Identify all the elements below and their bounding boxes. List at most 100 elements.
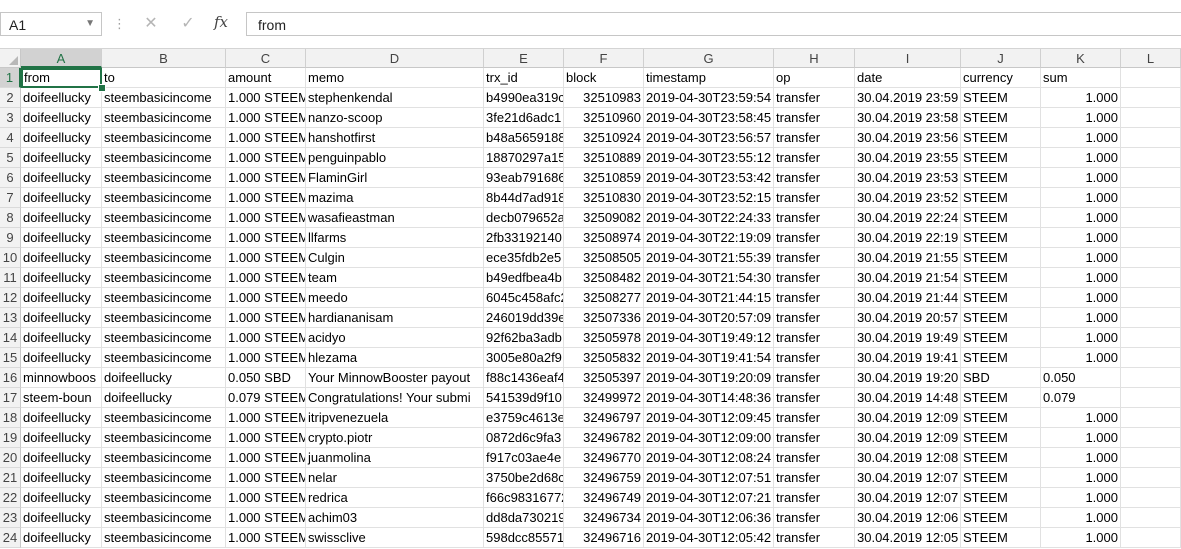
cell[interactable]: 3fe21d6adc1 bbox=[484, 108, 564, 128]
header-cell[interactable]: from bbox=[21, 68, 102, 88]
cell[interactable] bbox=[1121, 168, 1181, 188]
cell[interactable]: 32510924 bbox=[564, 128, 644, 148]
cell[interactable]: 8b44d7ad918 bbox=[484, 188, 564, 208]
cell[interactable]: 1.000 STEEM bbox=[226, 108, 306, 128]
cell[interactable]: decb079652a bbox=[484, 208, 564, 228]
cell[interactable]: 1.000 STEEM bbox=[226, 428, 306, 448]
cell[interactable] bbox=[1121, 88, 1181, 108]
cell[interactable] bbox=[1121, 308, 1181, 328]
cell[interactable]: doifeellucky bbox=[21, 488, 102, 508]
cell[interactable]: 0.050 bbox=[1041, 368, 1121, 388]
cell[interactable]: transfer bbox=[774, 248, 855, 268]
cell[interactable]: transfer bbox=[774, 208, 855, 228]
cell[interactable]: 1.000 STEEM bbox=[226, 468, 306, 488]
cell[interactable]: steembasicincome bbox=[102, 488, 226, 508]
cell[interactable]: 30.04.2019 23:53 bbox=[855, 168, 961, 188]
cell[interactable]: doifeellucky bbox=[21, 108, 102, 128]
cell[interactable]: steembasicincome bbox=[102, 328, 226, 348]
cell[interactable]: 1.000 bbox=[1041, 108, 1121, 128]
cell[interactable]: 1.000 STEEM bbox=[226, 88, 306, 108]
cell[interactable]: doifeellucky bbox=[21, 128, 102, 148]
cell[interactable]: 2019-04-30T20:57:09 bbox=[644, 308, 774, 328]
cell[interactable]: transfer bbox=[774, 488, 855, 508]
cell[interactable]: 1.000 STEEM bbox=[226, 128, 306, 148]
cell[interactable]: redrica bbox=[306, 488, 484, 508]
row-header[interactable]: 21 bbox=[0, 468, 21, 488]
cell[interactable]: meedo bbox=[306, 288, 484, 308]
cell[interactable]: steembasicincome bbox=[102, 288, 226, 308]
cell[interactable]: 32505397 bbox=[564, 368, 644, 388]
insert-function-icon[interactable]: fx bbox=[214, 13, 228, 31]
cell[interactable]: 2019-04-30T19:49:12 bbox=[644, 328, 774, 348]
cell[interactable]: 2019-04-30T12:07:51 bbox=[644, 468, 774, 488]
cell[interactable]: f66c98316772 bbox=[484, 488, 564, 508]
cell[interactable]: 30.04.2019 12:06 bbox=[855, 508, 961, 528]
row-header[interactable]: 19 bbox=[0, 428, 21, 448]
cell[interactable]: dd8da730219 bbox=[484, 508, 564, 528]
cell[interactable]: 2019-04-30T21:55:39 bbox=[644, 248, 774, 268]
cell[interactable]: 30.04.2019 21:44 bbox=[855, 288, 961, 308]
formula-input[interactable]: from bbox=[246, 12, 1181, 36]
cell[interactable]: STEEM bbox=[961, 208, 1041, 228]
cell[interactable]: steembasicincome bbox=[102, 108, 226, 128]
cell[interactable]: 1.000 bbox=[1041, 128, 1121, 148]
cell[interactable]: STEEM bbox=[961, 528, 1041, 548]
cell[interactable]: f88c1436eaf4 bbox=[484, 368, 564, 388]
cell[interactable]: doifeellucky bbox=[21, 468, 102, 488]
cell[interactable]: acidyo bbox=[306, 328, 484, 348]
cell[interactable]: 32496716 bbox=[564, 528, 644, 548]
cell[interactable] bbox=[1121, 508, 1181, 528]
cell[interactable]: 1.000 bbox=[1041, 448, 1121, 468]
cell[interactable]: transfer bbox=[774, 228, 855, 248]
cell[interactable]: STEEM bbox=[961, 408, 1041, 428]
row-header[interactable]: 10 bbox=[0, 248, 21, 268]
cell[interactable]: transfer bbox=[774, 388, 855, 408]
cell[interactable]: STEEM bbox=[961, 488, 1041, 508]
cell[interactable]: steembasicincome bbox=[102, 268, 226, 288]
cell[interactable]: transfer bbox=[774, 168, 855, 188]
row-header[interactable]: 9 bbox=[0, 228, 21, 248]
cell[interactable] bbox=[1121, 268, 1181, 288]
chevron-down-icon[interactable]: ▼ bbox=[85, 18, 95, 29]
cell[interactable]: 1.000 STEEM bbox=[226, 328, 306, 348]
cell[interactable]: 30.04.2019 12:07 bbox=[855, 468, 961, 488]
cell[interactable]: doifeellucky bbox=[21, 208, 102, 228]
cell[interactable]: 30.04.2019 12:07 bbox=[855, 488, 961, 508]
row-header[interactable]: 17 bbox=[0, 388, 21, 408]
cell[interactable]: STEEM bbox=[961, 288, 1041, 308]
row-header[interactable]: 23 bbox=[0, 508, 21, 528]
cell[interactable]: doifeellucky bbox=[21, 188, 102, 208]
cell[interactable] bbox=[1121, 328, 1181, 348]
row-header[interactable]: 5 bbox=[0, 148, 21, 168]
row-header[interactable]: 16 bbox=[0, 368, 21, 388]
cell[interactable] bbox=[1121, 388, 1181, 408]
cell[interactable]: 32510889 bbox=[564, 148, 644, 168]
row-header[interactable]: 3 bbox=[0, 108, 21, 128]
cell[interactable]: transfer bbox=[774, 188, 855, 208]
cell[interactable]: 18870297a15 bbox=[484, 148, 564, 168]
cell[interactable]: 1.000 STEEM bbox=[226, 508, 306, 528]
row-header[interactable]: 2 bbox=[0, 88, 21, 108]
cell[interactable]: 30.04.2019 12:08 bbox=[855, 448, 961, 468]
row-header[interactable]: 14 bbox=[0, 328, 21, 348]
row-header[interactable]: 22 bbox=[0, 488, 21, 508]
cell[interactable]: f917c03ae4e bbox=[484, 448, 564, 468]
cell[interactable]: 1.000 bbox=[1041, 528, 1121, 548]
cell[interactable]: transfer bbox=[774, 328, 855, 348]
cell[interactable]: transfer bbox=[774, 448, 855, 468]
column-header[interactable]: C bbox=[226, 49, 306, 68]
cell[interactable]: steembasicincome bbox=[102, 228, 226, 248]
cell[interactable]: STEEM bbox=[961, 188, 1041, 208]
cell[interactable] bbox=[1121, 348, 1181, 368]
cell[interactable]: steembasicincome bbox=[102, 168, 226, 188]
cell[interactable]: 1.000 STEEM bbox=[226, 348, 306, 368]
cell[interactable]: 2019-04-30T23:53:42 bbox=[644, 168, 774, 188]
cell[interactable] bbox=[1121, 228, 1181, 248]
cell[interactable]: 2019-04-30T14:48:36 bbox=[644, 388, 774, 408]
cell[interactable]: 30.04.2019 19:49 bbox=[855, 328, 961, 348]
cell[interactable]: 2019-04-30T21:54:30 bbox=[644, 268, 774, 288]
column-header[interactable]: K bbox=[1041, 49, 1121, 68]
cell[interactable]: e3759c4613e bbox=[484, 408, 564, 428]
cell[interactable]: 2019-04-30T12:05:42 bbox=[644, 528, 774, 548]
cell[interactable]: STEEM bbox=[961, 268, 1041, 288]
